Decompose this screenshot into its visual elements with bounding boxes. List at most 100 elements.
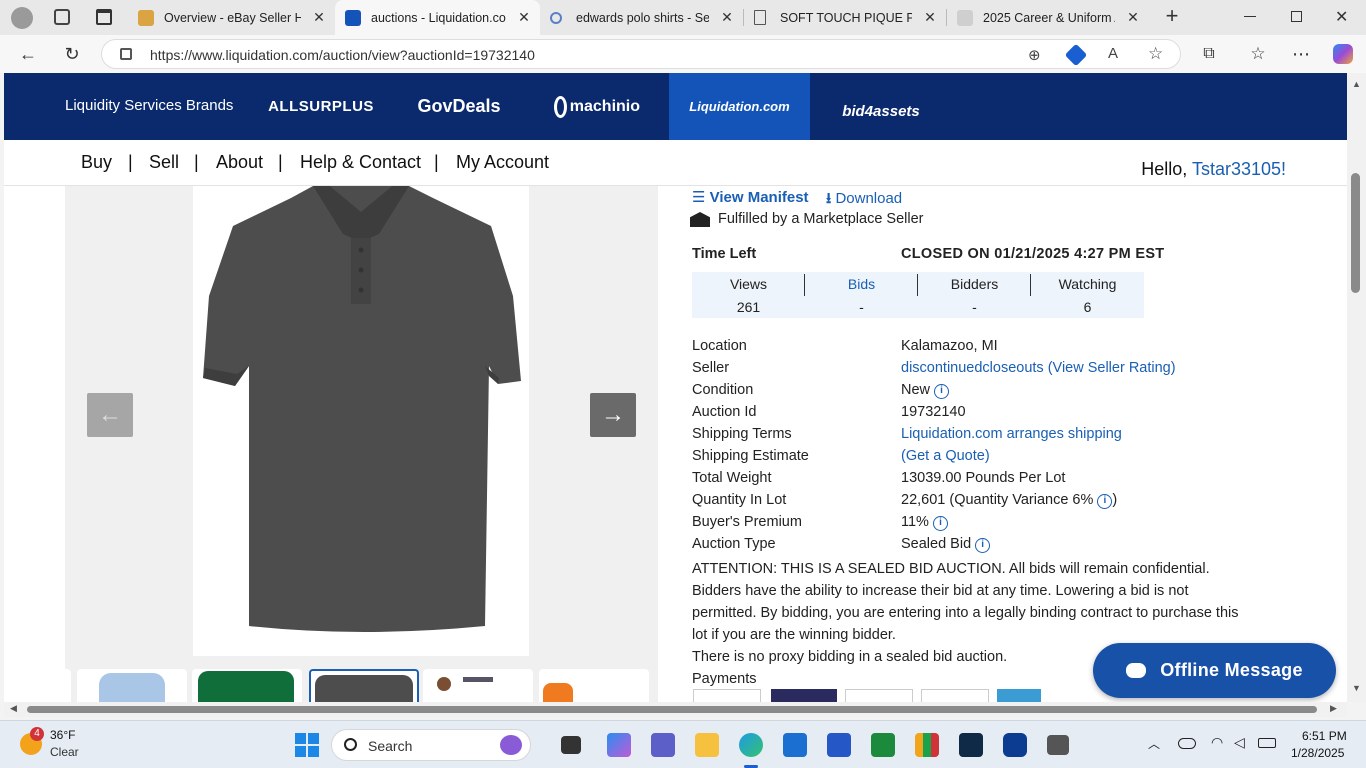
- scroll-down-icon[interactable]: ▼: [1352, 683, 1361, 693]
- copilot-icon[interactable]: [1333, 44, 1353, 64]
- read-aloud-icon[interactable]: A: [1108, 45, 1118, 62]
- greeting-text: Hello,: [1141, 159, 1188, 179]
- nav-help-contact[interactable]: Help & Contact: [300, 152, 421, 173]
- favorite-star-icon[interactable]: ☆: [1148, 44, 1163, 64]
- restore-icon[interactable]: [1291, 11, 1302, 22]
- tab-ebay[interactable]: Overview - eBay Seller Hub ✕: [128, 0, 335, 35]
- previous-image-button[interactable]: ←: [87, 393, 133, 437]
- tab-search[interactable]: edwards polo shirts - Search ✕: [540, 0, 743, 35]
- search-favicon-icon: [550, 11, 562, 24]
- scroll-up-icon[interactable]: ▲: [1352, 79, 1361, 89]
- close-icon[interactable]: ✕: [922, 9, 938, 25]
- nav-sell[interactable]: Sell: [149, 152, 179, 173]
- tab-actions-icon[interactable]: [96, 9, 112, 25]
- scroll-right-icon[interactable]: ▶: [1330, 703, 1337, 714]
- stat-bidders: Bidders -: [918, 272, 1031, 318]
- profile-avatar-icon[interactable]: [11, 7, 33, 29]
- app-h-icon[interactable]: [1047, 735, 1069, 755]
- app-chart-icon[interactable]: [915, 733, 939, 757]
- taskbar-search[interactable]: Search: [331, 729, 531, 761]
- stat-bids[interactable]: Bids -: [805, 272, 918, 318]
- view-manifest-link[interactable]: ☰ View Manifest: [692, 188, 809, 206]
- address-bar[interactable]: https://www.liquidation.com/auction/view…: [101, 39, 1181, 69]
- store-icon[interactable]: [783, 733, 807, 757]
- volume-icon[interactable]: ◁: [1234, 734, 1245, 751]
- shopping-tag-icon[interactable]: [1064, 43, 1088, 67]
- vertical-scrollbar[interactable]: ▲ ▼: [1347, 73, 1366, 702]
- premium-value-group: 11% i: [901, 514, 948, 531]
- thumbnail-spec-sheet[interactable]: [423, 669, 533, 702]
- battery-icon[interactable]: [1258, 738, 1276, 748]
- info-icon[interactable]: i: [934, 384, 950, 399]
- download-link[interactable]: ⭳ Download: [826, 188, 902, 213]
- workspaces-icon[interactable]: [54, 9, 70, 25]
- app-n-icon[interactable]: [871, 733, 895, 757]
- thumbnail-green-polo[interactable]: [192, 669, 302, 702]
- browser-toolbar: ← ↻ https://www.liquidation.com/auction/…: [0, 35, 1366, 73]
- terminal-icon[interactable]: [959, 733, 983, 757]
- close-icon[interactable]: ✕: [311, 9, 327, 25]
- thumbnail-light-blue-polo[interactable]: [77, 669, 187, 702]
- more-menu-icon[interactable]: ⋯: [1289, 42, 1313, 66]
- quantity-close-paren: ): [1112, 492, 1118, 508]
- zoom-icon[interactable]: ⊕: [1028, 46, 1041, 64]
- info-icon[interactable]: i: [1097, 494, 1113, 509]
- horizontal-scroll-thumb[interactable]: [27, 706, 1317, 713]
- brand-bid4assets[interactable]: bid4assets: [836, 73, 926, 140]
- brand-allsurplus[interactable]: ALLSURPLUS: [266, 73, 376, 140]
- seller-link[interactable]: discontinuedcloseouts (View Seller Ratin…: [901, 360, 1176, 376]
- chevron-up-icon[interactable]: ︿: [1148, 735, 1160, 752]
- vertical-scroll-thumb[interactable]: [1351, 173, 1360, 293]
- info-icon[interactable]: i: [975, 538, 991, 553]
- cloud-icon[interactable]: [1178, 738, 1196, 749]
- nav-about[interactable]: About: [216, 152, 263, 173]
- liquidation-favicon-icon: [345, 9, 361, 26]
- shipping-terms-link[interactable]: Liquidation.com arranges shipping: [901, 426, 1122, 442]
- favorites-icon[interactable]: ☆: [1246, 42, 1270, 66]
- thumbnail-partial[interactable]: [4, 669, 71, 702]
- thumbnail-gray-polo-selected[interactable]: [309, 669, 419, 702]
- back-icon[interactable]: ←: [16, 42, 40, 66]
- weather-widget[interactable]: 4 36°F Clear: [18, 727, 98, 763]
- lock-icon[interactable]: [120, 48, 132, 60]
- stat-header[interactable]: Bids: [805, 276, 918, 292]
- username-link[interactable]: Tstar33105!: [1192, 159, 1286, 179]
- brand-govdeals[interactable]: GovDeals: [404, 73, 514, 140]
- clock-time[interactable]: 6:51 PM: [1302, 729, 1347, 743]
- mastercard-icon: [771, 689, 837, 702]
- tab-label: Overview - eBay Seller Hub: [164, 10, 301, 25]
- paypal-taskbar-icon[interactable]: [1003, 733, 1027, 757]
- tab-career-uniform[interactable]: 2025 Career & Uniform Ap ✕: [947, 0, 1149, 35]
- app-blue-icon[interactable]: [827, 733, 851, 757]
- total-weight-value: 13039.00 Pounds Per Lot: [901, 470, 1066, 486]
- info-icon[interactable]: i: [932, 516, 948, 531]
- clock-date[interactable]: 1/28/2025: [1291, 746, 1344, 760]
- refresh-icon[interactable]: ↻: [60, 42, 84, 66]
- new-tab-button[interactable]: +: [1161, 5, 1183, 27]
- tab-pique-polo[interactable]: SOFT TOUCH PIQUE POLO ✕: [744, 0, 946, 35]
- thumbnail-orange-polo[interactable]: [539, 669, 649, 702]
- window-close-icon[interactable]: ✕: [1335, 7, 1348, 27]
- minimize-icon[interactable]: [1244, 16, 1256, 17]
- close-icon[interactable]: ✕: [1125, 9, 1141, 25]
- copilot-taskbar-icon[interactable]: [607, 733, 631, 757]
- extensions-icon[interactable]: ⧉: [1197, 42, 1221, 66]
- next-image-button[interactable]: →: [590, 393, 636, 437]
- file-explorer-icon[interactable]: [695, 733, 719, 757]
- start-windows-icon[interactable]: [295, 733, 319, 757]
- task-view-icon[interactable]: [561, 736, 581, 754]
- close-icon[interactable]: ✕: [719, 9, 735, 25]
- wifi-icon[interactable]: ◠: [1211, 734, 1223, 751]
- brand-liquidation[interactable]: Liquidation.com: [669, 73, 810, 140]
- close-icon[interactable]: ✕: [516, 9, 532, 25]
- teams-icon[interactable]: [651, 733, 675, 757]
- nav-buy[interactable]: Buy: [81, 152, 112, 173]
- brand-machinio[interactable]: machinio: [554, 73, 640, 140]
- nav-my-account[interactable]: My Account: [456, 152, 549, 173]
- tab-liquidation[interactable]: auctions - Liquidation.com ✕: [335, 0, 540, 35]
- main-product-image[interactable]: [193, 182, 529, 656]
- get-quote-link[interactable]: (Get a Quote): [901, 448, 990, 464]
- edge-icon[interactable]: [739, 733, 763, 757]
- offline-message-button[interactable]: Offline Message: [1093, 643, 1336, 698]
- scroll-left-icon[interactable]: ◀: [10, 703, 17, 714]
